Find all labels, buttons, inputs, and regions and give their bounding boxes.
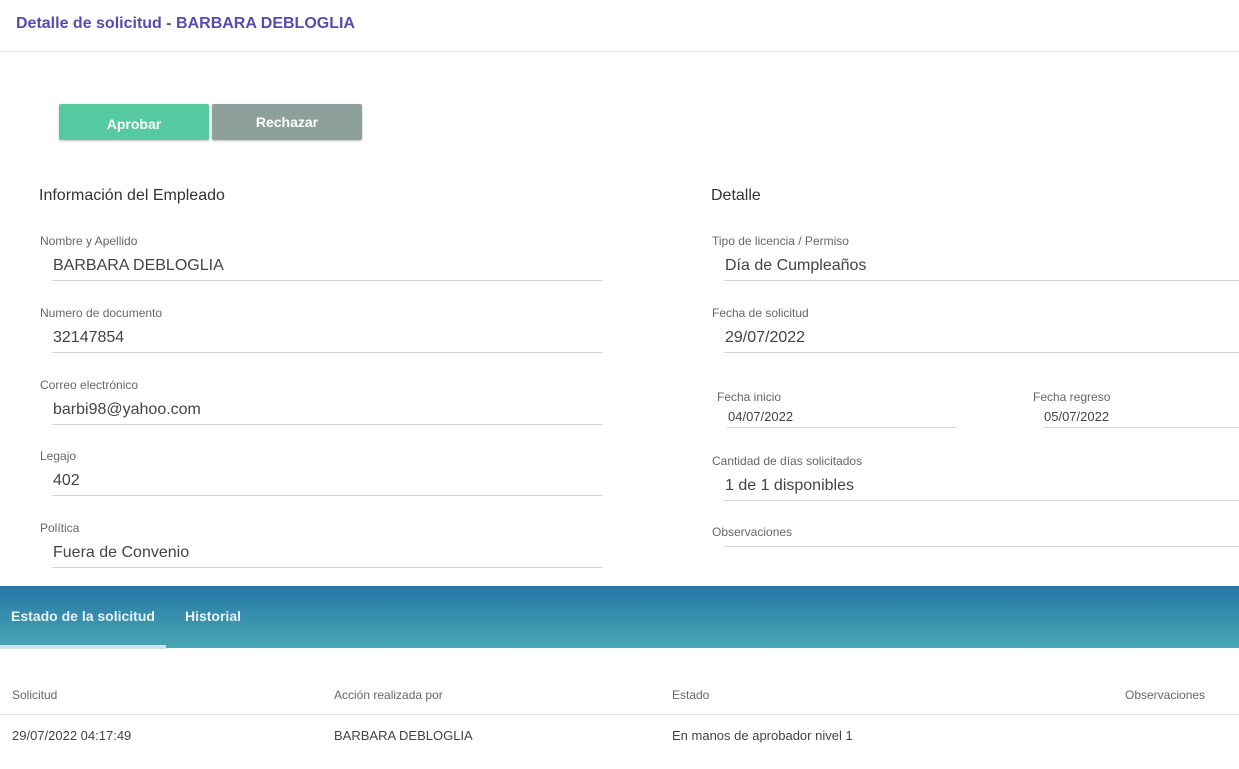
cell-performed-by: BARBARA DEBLOGLIA	[334, 728, 473, 743]
tab-history[interactable]: Historial	[166, 586, 260, 648]
tabs-bar: Estado de la solicitud Historial	[0, 586, 1239, 649]
email-field: barbi98@yahoo.com	[52, 399, 603, 425]
days-requested-field: 1 de 1 disponibles	[724, 475, 1239, 501]
reject-button[interactable]: Rechazar	[212, 104, 362, 140]
name-label: Nombre y Apellido	[40, 234, 138, 248]
request-date-label: Fecha de solicitud	[712, 306, 809, 320]
start-date-field: 04/07/2022	[727, 408, 956, 428]
cell-request-datetime: 29/07/2022 04:17:49	[12, 728, 132, 743]
column-header-observaciones: Observaciones	[1125, 688, 1206, 702]
request-date-field: 29/07/2022	[724, 327, 1239, 353]
legajo-label: Legajo	[40, 449, 77, 463]
page-title: Detalle de solicitud - BARBARA DEBLOGLIA	[16, 15, 355, 32]
document-field: 32147854	[52, 327, 603, 353]
return-date-label: Fecha regreso	[1033, 390, 1111, 404]
column-header-solicitud: Solicitud	[12, 688, 58, 702]
document-label: Numero de documento	[40, 306, 163, 320]
tab-history-label: Historial	[184, 608, 241, 624]
column-header-accion: Acción realizada por	[334, 688, 443, 702]
employee-section-title: Información del Empleado	[39, 187, 225, 204]
leave-type-field: Día de Cumpleaños	[724, 255, 1239, 281]
column-header-estado: Estado	[672, 688, 710, 702]
return-date-field: 05/07/2022	[1043, 408, 1239, 428]
tab-status-label: Estado de la solicitud	[11, 608, 155, 624]
observations-field	[724, 521, 1239, 547]
detail-section-title: Detalle	[711, 187, 761, 204]
cell-status: En manos de aprobador nivel 1	[672, 728, 853, 743]
name-field: BARBARA DEBLOGLIA	[52, 255, 603, 281]
table-header: Solicitud Acción realizada por Estado Ob…	[0, 672, 1239, 715]
legajo-field: 402	[52, 470, 603, 496]
policy-field: Fuera de Convenio	[52, 542, 603, 568]
days-requested-label: Cantidad de días solicitados	[712, 454, 863, 468]
tab-status[interactable]: Estado de la solicitud	[0, 586, 166, 649]
leave-type-label: Tipo de licencia / Permiso	[712, 234, 849, 248]
start-date-label: Fecha inicio	[717, 390, 782, 404]
email-label: Correo electrónico	[40, 378, 139, 392]
approve-button[interactable]: Aprobar	[59, 104, 209, 140]
policy-label: Política	[40, 521, 80, 535]
page-header: Detalle de solicitud - BARBARA DEBLOGLIA	[0, 0, 1239, 52]
